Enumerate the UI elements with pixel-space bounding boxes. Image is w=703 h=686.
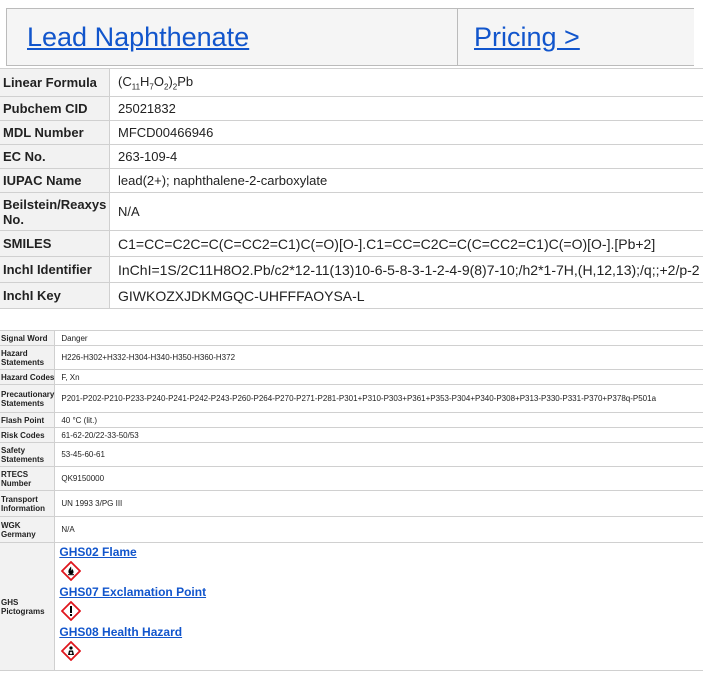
product-header: Lead Naphthenate Pricing >: [6, 8, 694, 66]
safety-value: N/A: [54, 516, 703, 543]
property-value: lead(2+); naphthalene-2-carboxylate: [109, 168, 703, 193]
exclamation-point-icon: [61, 601, 82, 621]
ghs07-link[interactable]: GHS07 Exclamation Point: [59, 585, 703, 599]
table-row: Risk Codes 61-62-20/22-33-50/53: [0, 427, 703, 443]
ghs08-link[interactable]: GHS08 Health Hazard: [59, 625, 703, 639]
property-label: InchI Identifier: [0, 256, 110, 283]
safety-value: UN 1993 3/PG III: [54, 490, 703, 517]
property-value: C1=CC=C2C=C(C=CC2=C1)C(=O)[O-].C1=CC=C2C…: [109, 230, 703, 257]
table-row: Transport Information UN 1993 3/PG III: [0, 490, 703, 517]
properties-table: Linear Formula (C11H7O2)2Pb Pubchem CID …: [0, 68, 703, 309]
safety-label: Safety Statements: [0, 442, 56, 467]
pricing-link[interactable]: Pricing >: [474, 22, 580, 53]
property-label: SMILES: [0, 230, 110, 257]
property-label: Beilstein/Reaxys No.: [0, 192, 110, 231]
safety-label: GHS Pictograms: [0, 542, 56, 671]
table-row: Linear Formula (C11H7O2)2Pb: [0, 68, 703, 97]
safety-label: Signal Word: [0, 330, 56, 346]
safety-label: Flash Point: [0, 412, 56, 428]
safety-value: F, Xn: [54, 369, 703, 385]
table-row: Safety Statements 53-45-60-61: [0, 442, 703, 467]
table-row: IUPAC Name lead(2+); naphthalene-2-carbo…: [0, 168, 703, 193]
pictograms-cell: GHS02 Flame GHS07 Exclamation Point GHS0…: [54, 542, 703, 671]
property-label: Linear Formula: [0, 68, 110, 97]
product-title-link[interactable]: Lead Naphthenate: [27, 22, 249, 53]
property-value: N/A: [109, 192, 703, 231]
safety-label: Hazard Statements: [0, 345, 56, 370]
property-label: Pubchem CID: [0, 96, 110, 121]
table-row: RTECS Number QK9150000: [0, 466, 703, 491]
property-label: EC No.: [0, 144, 110, 169]
table-row: EC No. 263-109-4: [0, 144, 703, 169]
table-row: InchI Key GIWKOZXJDKMGQC-UHFFFAOYSA-L: [0, 282, 703, 309]
property-label: InchI Key: [0, 282, 110, 309]
table-row: WGK Germany N/A: [0, 516, 703, 543]
flame-icon: [61, 561, 82, 581]
safety-value: 53-45-60-61: [54, 442, 703, 467]
property-label: MDL Number: [0, 120, 110, 145]
property-value: 263-109-4: [109, 144, 703, 169]
property-label: IUPAC Name: [0, 168, 110, 193]
linear-formula-value: (C11H7O2)2Pb: [109, 68, 703, 97]
safety-label: RTECS Number: [0, 466, 56, 491]
table-row: Hazard Codes F, Xn: [0, 369, 703, 385]
table-row: Pubchem CID 25021832: [0, 96, 703, 121]
safety-value: P201-P202-P210-P233-P240-P241-P242-P243-…: [54, 384, 703, 413]
safety-value: H226-H302+H332-H304-H340-H350-H360-H372: [54, 345, 703, 370]
property-value: MFCD00466946: [109, 120, 703, 145]
table-row: Precautionary Statements P201-P202-P210-…: [0, 384, 703, 413]
safety-value: QK9150000: [54, 466, 703, 491]
ghs02-link[interactable]: GHS02 Flame: [59, 545, 703, 559]
table-row: GHS Pictograms GHS02 Flame GHS07 Exclama…: [0, 542, 703, 671]
table-row: Flash Point 40 °C (lit.): [0, 412, 703, 428]
table-row: Hazard Statements H226-H302+H332-H304-H3…: [0, 345, 703, 370]
safety-label: Transport Information: [0, 490, 56, 517]
table-row: Signal Word Danger: [0, 330, 703, 346]
safety-value: 40 °C (lit.): [54, 412, 703, 428]
safety-value: 61-62-20/22-33-50/53: [54, 427, 703, 443]
safety-table: Signal Word Danger Hazard Statements H22…: [0, 330, 703, 671]
safety-label: WGK Germany: [0, 516, 56, 543]
table-row: SMILES C1=CC=C2C=C(C=CC2=C1)C(=O)[O-].C1…: [0, 230, 703, 257]
safety-label: Precautionary Statements: [0, 384, 56, 413]
safety-value: Danger: [54, 330, 703, 346]
table-row: Beilstein/Reaxys No. N/A: [0, 192, 703, 231]
health-hazard-icon: [61, 641, 82, 661]
pricing-cell: Pricing >: [457, 9, 694, 65]
property-value: 25021832: [109, 96, 703, 121]
table-row: InchI Identifier InChI=1S/2C11H8O2.Pb/c2…: [0, 256, 703, 283]
property-value: GIWKOZXJDKMGQC-UHFFFAOYSA-L: [109, 282, 703, 309]
table-row: MDL Number MFCD00466946: [0, 120, 703, 145]
safety-label: Risk Codes: [0, 427, 56, 443]
product-title-cell: Lead Naphthenate: [7, 9, 457, 65]
safety-label: Hazard Codes: [0, 369, 56, 385]
property-value: InChI=1S/2C11H8O2.Pb/c2*12-11(13)10-6-5-…: [109, 256, 703, 283]
